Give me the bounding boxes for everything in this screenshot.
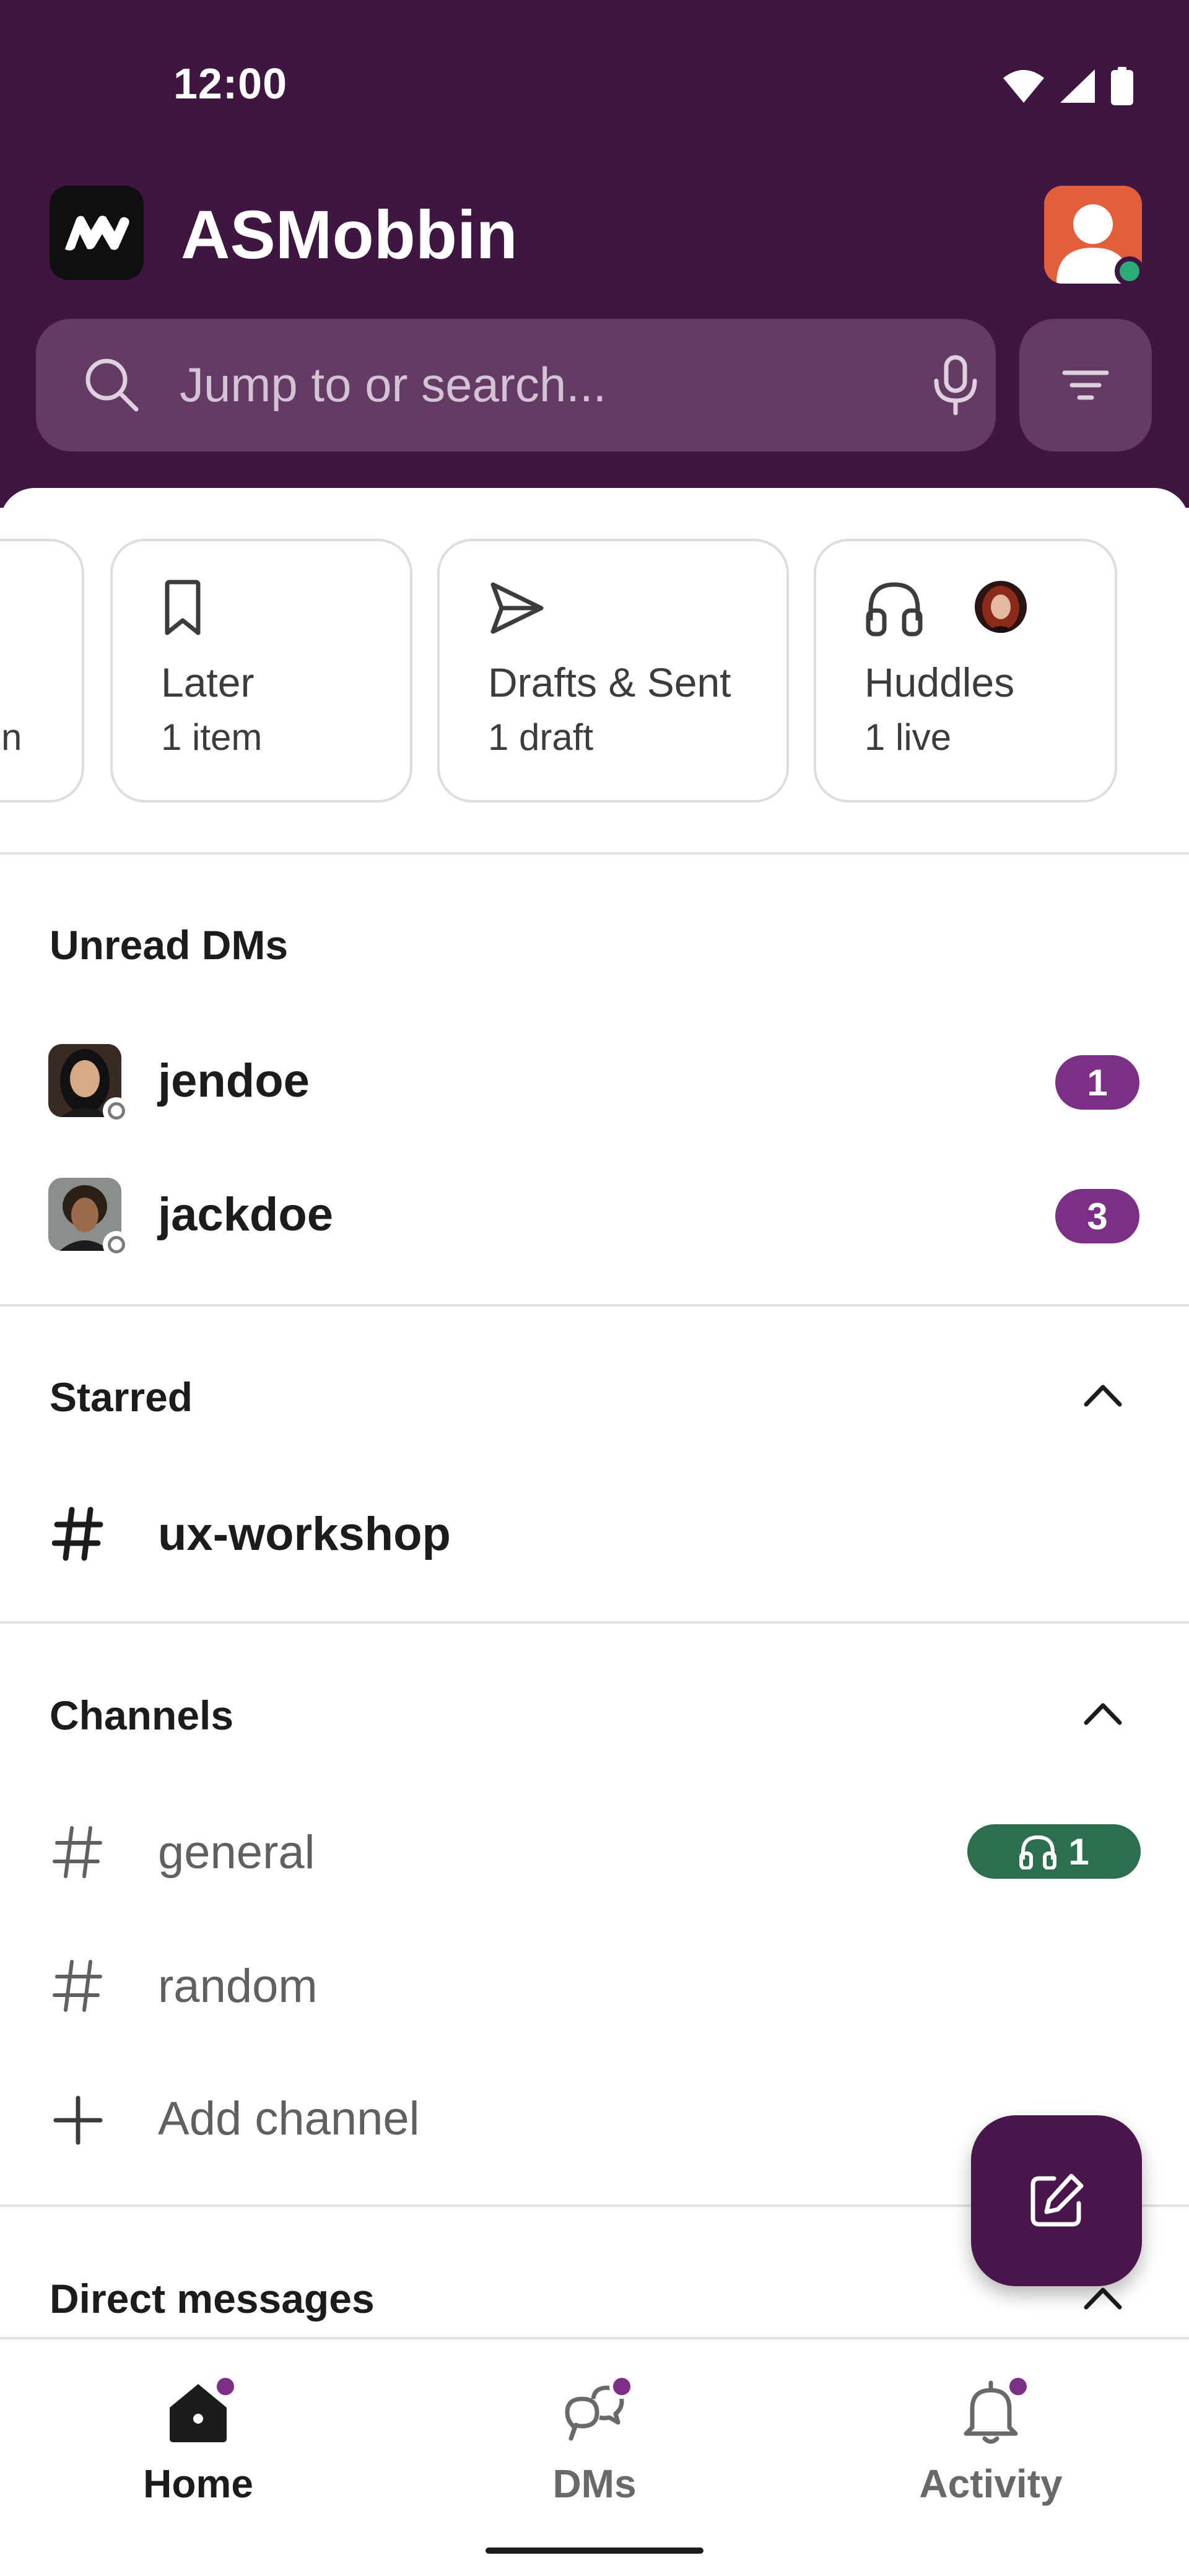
- add-channel-label: Add channel: [158, 2092, 420, 2145]
- channel-name: random: [158, 1960, 318, 2012]
- section-title-unread-dms: Unread DMs: [50, 922, 289, 968]
- section-title-direct-messages[interactable]: Direct messages: [50, 2275, 375, 2322]
- dm-name: jendoe: [158, 1055, 310, 1107]
- search-bar[interactable]: [36, 319, 996, 451]
- cellular-signal-icon: [1060, 69, 1095, 103]
- hash-icon: [53, 1826, 102, 1878]
- bell-icon-wrap: [954, 2374, 1030, 2448]
- huddle-count: 1: [1068, 1830, 1089, 1873]
- bookmark-icon: [165, 580, 201, 635]
- compose-button[interactable]: [971, 2115, 1142, 2286]
- channel-row-ux-workshop[interactable]: ux-workshop: [0, 1471, 1189, 1595]
- chevron-up-icon[interactable]: [1082, 1380, 1123, 1408]
- home-indicator[interactable]: [486, 2548, 703, 2554]
- nav-dms[interactable]: DMs: [396, 2339, 793, 2525]
- dm-name: jackdoe: [158, 1188, 334, 1241]
- quick-card-subtitle: 1 item: [161, 716, 263, 758]
- section-title-starred[interactable]: Starred: [50, 1373, 193, 1421]
- filter-icon: [1062, 370, 1109, 400]
- section-title-channels[interactable]: Channels: [50, 1692, 233, 1739]
- channel-row-general[interactable]: general 1: [0, 1790, 1189, 1913]
- search-icon: [85, 359, 139, 412]
- quick-card-title: Drafts & Sent: [488, 659, 731, 705]
- channel-name: general: [158, 1826, 315, 1879]
- nav-label: Home: [143, 2461, 253, 2506]
- quick-card-title: Later: [161, 659, 255, 705]
- section-divider: [0, 852, 1189, 855]
- hash-icon: [52, 1507, 103, 1561]
- quick-card-drafts[interactable]: Drafts & Sent 1 draft: [437, 539, 789, 803]
- notification-dot: [213, 2374, 238, 2399]
- workspace-logo-icon: [64, 215, 129, 251]
- dms-icon-wrap: [557, 2374, 634, 2448]
- hash-icon: [53, 1960, 102, 2012]
- notification-dot: [1006, 2374, 1030, 2399]
- chevron-up-icon[interactable]: [1082, 2282, 1123, 2311]
- headphones-icon: [866, 582, 923, 637]
- chevron-up-icon[interactable]: [1082, 1698, 1123, 1726]
- home-icon-wrap: [161, 2374, 238, 2448]
- status-time: 12:00: [173, 59, 288, 108]
- nav-home[interactable]: Home: [0, 2339, 396, 2525]
- nav-activity[interactable]: Activity: [793, 2339, 1189, 2525]
- quick-card-title: Huddles: [865, 659, 1015, 705]
- dm-row-jendoe[interactable]: jendoe 1: [0, 1018, 1189, 1142]
- presence-indicator: [1115, 256, 1144, 286]
- quick-card-partial[interactable]: n: [0, 539, 84, 803]
- quick-card-huddles[interactable]: Huddles 1 live: [814, 539, 1117, 803]
- quick-card-subtitle: 1 live: [865, 716, 952, 758]
- quick-card-later[interactable]: Later 1 item: [110, 539, 412, 803]
- channel-name: ux-workshop: [158, 1508, 451, 1560]
- quick-card-subtitle: 1 draft: [488, 716, 594, 758]
- compose-icon: [1030, 2174, 1084, 2227]
- app-header: 12:00 ASMobbin: [0, 0, 1189, 508]
- unread-badge: 3: [1055, 1189, 1139, 1243]
- section-divider: [0, 1621, 1189, 1624]
- status-icons: [1003, 67, 1133, 105]
- status-indicator: [103, 1231, 130, 1258]
- workspace-name[interactable]: ASMobbin: [181, 189, 518, 282]
- status-indicator: [103, 1097, 130, 1125]
- bottom-navigation: Home DMs Activity: [0, 2337, 1189, 2576]
- send-icon: [490, 582, 544, 634]
- filter-button[interactable]: [1019, 319, 1152, 451]
- huddle-badge[interactable]: 1: [967, 1824, 1141, 1879]
- nav-label: Activity: [919, 2461, 1063, 2506]
- channel-row-random[interactable]: random: [0, 1923, 1189, 2047]
- microphone-icon[interactable]: [928, 355, 983, 416]
- plus-icon: [53, 2095, 103, 2145]
- notification-dot: [609, 2374, 634, 2399]
- search-input[interactable]: [178, 350, 893, 419]
- quick-card-partial-text: n: [1, 716, 22, 758]
- dm-row-jackdoe[interactable]: jackdoe 3: [0, 1152, 1189, 1276]
- battery-icon: [1111, 67, 1133, 105]
- section-divider: [0, 1304, 1189, 1307]
- status-bar: 12:00: [0, 0, 1189, 161]
- nav-label: DMs: [552, 2461, 637, 2506]
- wifi-icon: [1003, 70, 1044, 103]
- huddle-participant-avatar: [975, 581, 1027, 633]
- unread-badge: 1: [1055, 1055, 1139, 1110]
- headphones-icon: [1019, 1835, 1057, 1869]
- workspace-logo[interactable]: [50, 186, 144, 280]
